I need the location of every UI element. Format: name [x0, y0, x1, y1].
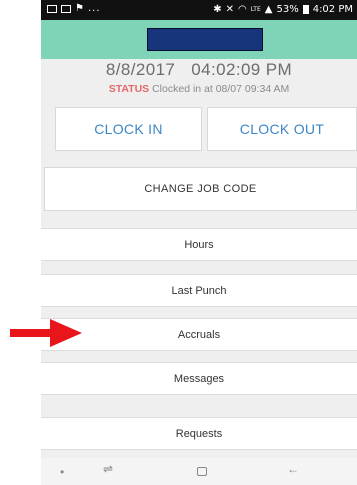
- bluetooth-icon: ✱: [213, 4, 222, 15]
- mute-icon: ✕: [225, 4, 235, 15]
- back-icon[interactable]: ←: [287, 462, 299, 476]
- recent-apps-icon[interactable]: ⇌: [103, 462, 113, 476]
- signal-icon: ▲: [264, 4, 273, 15]
- wifi-icon: ◠: [238, 4, 247, 15]
- arrow-head: [50, 319, 82, 347]
- redacted-title-box: [147, 28, 263, 51]
- home-icon[interactable]: [197, 467, 207, 476]
- clock-time: 4:02 PM: [312, 4, 353, 15]
- app-header: [41, 20, 357, 59]
- menu-item-requests[interactable]: Requests: [41, 417, 357, 450]
- status-label: STATUS: [108, 83, 150, 95]
- status-bar: ⚑ ... ✱ ✕ ◠ LTE ▲ 53% 4:02 PM: [41, 0, 357, 20]
- battery-percent: 53%: [276, 4, 299, 15]
- menu-item-messages[interactable]: Messages: [41, 362, 357, 395]
- menu-item-last-punch[interactable]: Last Punch: [41, 274, 357, 307]
- current-time: 04:02:09 PM: [191, 60, 293, 79]
- status-text: Clocked in at 08/07 09:34 AM: [152, 83, 290, 95]
- status-overflow: ...: [87, 3, 101, 14]
- current-datetime: 8/8/2017 04:02:09 PM: [41, 60, 357, 80]
- battery-icon: [302, 5, 309, 14]
- image-icon: [47, 4, 57, 13]
- red-arrow-annotation: [10, 319, 82, 347]
- flag-icon: ⚑: [75, 3, 84, 14]
- network-type: LTE: [250, 6, 261, 13]
- arrow-shaft: [10, 329, 52, 337]
- status-line: STATUS Clocked in at 08/07 09:34 AM: [41, 83, 357, 95]
- current-date: 8/8/2017: [105, 60, 176, 79]
- phone-screen: ⚑ ... ✱ ✕ ◠ LTE ▲ 53% 4:02 PM 8/8/2017 04…: [41, 0, 357, 485]
- clock-out-button[interactable]: CLOCK OUT: [207, 107, 357, 151]
- message-icon: [61, 4, 71, 13]
- change-job-code-button[interactable]: CHANGE JOB CODE: [44, 167, 357, 211]
- clock-in-button[interactable]: CLOCK IN: [55, 107, 202, 151]
- nav-dot-icon: •: [60, 465, 65, 479]
- android-nav-bar: • ⇌ ←: [41, 458, 357, 485]
- menu-item-accruals[interactable]: Accruals: [41, 318, 357, 351]
- menu-item-hours[interactable]: Hours: [41, 228, 357, 261]
